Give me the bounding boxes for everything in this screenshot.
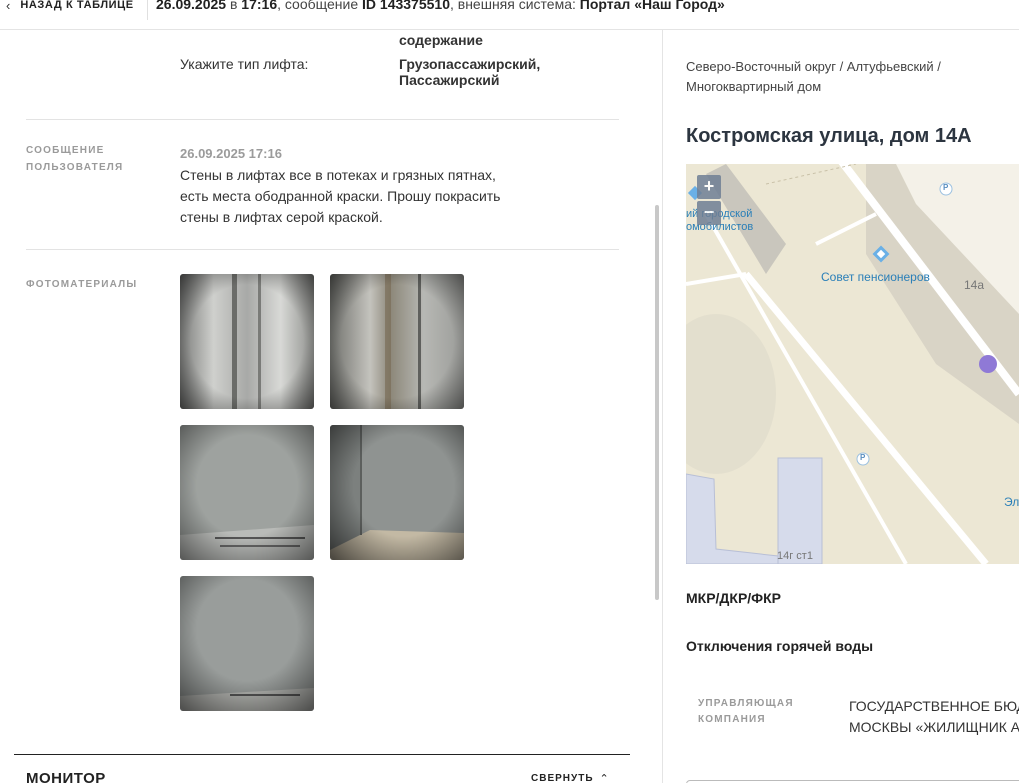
- user-message-line: есть места ободранной краски. Прошу покр…: [180, 188, 501, 204]
- zoom-in-button[interactable]: +: [697, 175, 721, 199]
- map-view[interactable]: ий городской омобилистов Совет пенсионер…: [686, 164, 1019, 564]
- parking-icon: P: [860, 453, 866, 462]
- previous-field-value: содержание: [399, 32, 483, 48]
- message-header-info: 26.09.2025 в 17:16, сообщение ID 1433755…: [156, 0, 725, 12]
- company-value: ГОСУДАРСТВЕННОЕ БЮДЖ МОСКВЫ «ЖИЛИЩНИК АЛ: [849, 696, 1019, 738]
- company-label-line2: КОМПАНИЯ: [698, 714, 766, 725]
- monitor-title: МОНИТОР: [26, 770, 106, 783]
- system-prefix: , внешняя система:: [449, 0, 580, 12]
- external-system-name: Портал «Наш Город»: [579, 0, 725, 12]
- message-id: ID 143375510: [362, 0, 450, 12]
- hot-water-section-title[interactable]: Отключения горячей воды: [686, 638, 873, 654]
- message-time: 17:16: [241, 0, 278, 12]
- app-root: ‹ НАЗАД К ТАБЛИЦЕ 26.09.2025 в 17:16, со…: [0, 0, 1019, 783]
- lift-type-value-line1: Грузопассажирский,: [399, 56, 541, 72]
- location-panel: Северо-Восточный округ / Алтуфьевский / …: [663, 30, 1019, 783]
- photos-label: ФОТОМАТЕРИАЛЫ: [26, 279, 138, 290]
- photo-thumbnail[interactable]: [180, 274, 314, 409]
- message-date: 26.09.2025: [156, 0, 227, 12]
- user-message-line: стены в лифтах серой краской.: [180, 209, 383, 225]
- user-message-label-line2: ПОЛЬЗОВАТЕЛЯ: [26, 162, 124, 173]
- breadcrumb-line: Многоквартирный дом: [686, 79, 822, 94]
- map-building-label: 14г ст1: [777, 550, 813, 562]
- in-word: в: [226, 0, 242, 12]
- collapse-label: СВЕРНУТЬ: [531, 773, 594, 783]
- photo-thumbnail[interactable]: [330, 425, 464, 560]
- location-breadcrumb: Северо-Восточный округ / Алтуфьевский / …: [686, 57, 941, 97]
- photo-thumbnail[interactable]: [180, 576, 314, 711]
- map-poi-council[interactable]: Совет пенсионеров: [821, 270, 930, 284]
- back-to-table-label: НАЗАД К ТАБЛИЦЕ: [20, 0, 134, 11]
- monitor-collapse-button[interactable]: СВЕРНУТЬ ⌃: [531, 772, 609, 783]
- monitor-section-divider: [14, 754, 630, 755]
- message-details-panel: содержание Укажите тип лифта: Грузопасса…: [0, 30, 662, 783]
- chevron-left-icon: ‹: [6, 0, 11, 13]
- programs-section-title[interactable]: МКР/ДКР/ФКР: [686, 590, 781, 606]
- address-title: Костромская улица, дом 14А: [686, 125, 972, 147]
- company-value-line: МОСКВЫ «ЖИЛИЩНИК АЛ: [849, 719, 1019, 735]
- top-bar: ‹ НАЗАД К ТАБЛИЦЕ 26.09.2025 в 17:16, со…: [0, 0, 1019, 30]
- photo-thumbnail[interactable]: [180, 425, 314, 560]
- parking-icon: P: [943, 183, 949, 192]
- map-edge-label: Эл: [1004, 495, 1019, 509]
- breadcrumb-line: Северо-Восточный округ / Алтуфьевский /: [686, 59, 941, 74]
- message-prefix: , сообщение: [277, 0, 363, 12]
- back-to-table-button[interactable]: ‹ НАЗАД К ТАБЛИЦЕ: [6, 0, 134, 15]
- lift-type-label: Укажите тип лифта:: [180, 56, 309, 72]
- zoom-out-button[interactable]: −: [697, 201, 721, 225]
- left-panel-scrollbar[interactable]: [655, 205, 659, 600]
- user-message-text: Стены в лифтах все в потеках и грязных п…: [180, 165, 500, 228]
- map-building-label: 14а: [964, 278, 985, 292]
- section-divider: [26, 249, 619, 250]
- user-message-timestamp: 26.09.2025 17:16: [180, 146, 282, 161]
- topbar-divider: [147, 0, 148, 20]
- user-message-line: Стены в лифтах все в потеках и грязных п…: [180, 167, 496, 183]
- section-divider: [26, 119, 619, 120]
- chevron-up-icon: ⌃: [599, 773, 609, 783]
- photo-thumbnail[interactable]: [330, 274, 464, 409]
- lift-type-value-line2: Пассажирский: [399, 72, 500, 88]
- company-value-line: ГОСУДАРСТВЕННОЕ БЮДЖ: [849, 698, 1019, 714]
